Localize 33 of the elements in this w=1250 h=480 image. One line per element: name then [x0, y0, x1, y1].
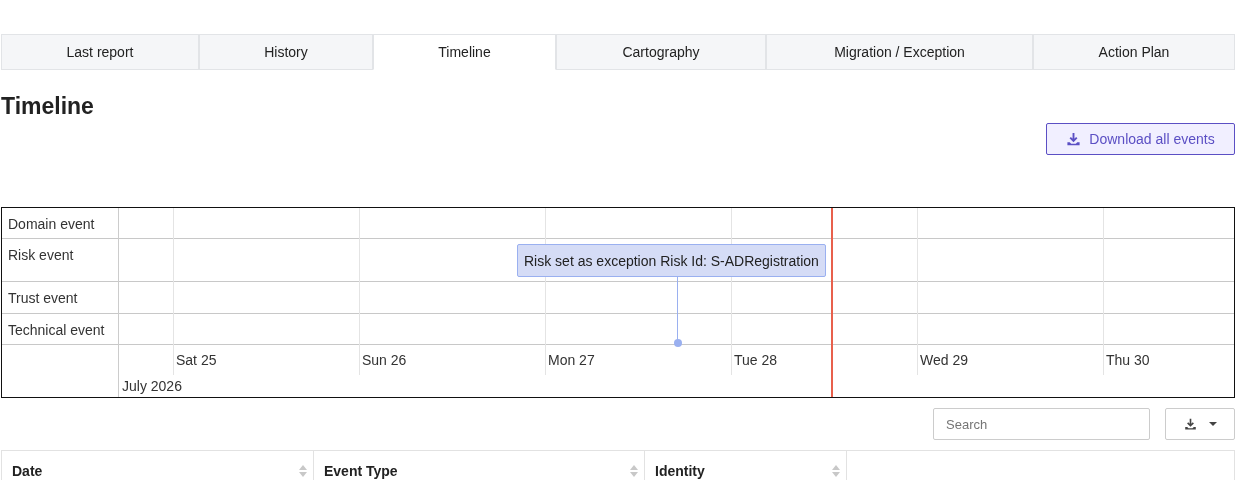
lane-label: Technical event	[2, 314, 118, 345]
day-label: Wed 29	[920, 352, 968, 368]
lane-label: Risk event	[2, 239, 118, 282]
tab[interactable]: History	[199, 34, 373, 70]
day-label: Thu 30	[1106, 352, 1150, 368]
event-dot	[674, 339, 682, 347]
day-label: Tue 28	[734, 352, 778, 368]
month-label: July 2026	[121, 377, 183, 394]
lane-label: Domain event	[2, 208, 118, 239]
event-connector	[677, 277, 678, 341]
tab[interactable]: Timeline	[373, 34, 556, 70]
tab[interactable]: Migration / Exception	[766, 34, 1033, 70]
tab[interactable]: Last report	[1, 34, 199, 70]
download-button[interactable]: Download all events	[1046, 123, 1235, 155]
tab[interactable]: Cartography	[556, 34, 766, 70]
download-icon	[1066, 131, 1082, 147]
search-field[interactable]: Search	[933, 408, 1150, 440]
download-icon	[1183, 417, 1197, 431]
tab[interactable]: Action Plan	[1033, 34, 1235, 70]
column-header[interactable]: Date	[2, 451, 314, 480]
day-label: Sun 26	[362, 352, 407, 368]
day-label: Sat 25	[176, 352, 217, 368]
column-header[interactable]: Event Type	[314, 451, 645, 480]
page-title: Timeline	[1, 92, 95, 120]
event-box[interactable]: Risk set as exception Risk Id: S-ADRegistration	[517, 244, 826, 277]
sort-icon	[299, 465, 307, 477]
caret-icon	[1208, 422, 1217, 426]
column-header[interactable]: Identity	[645, 451, 847, 480]
sort-icon	[832, 465, 840, 477]
lane-label: Trust event	[2, 282, 118, 314]
day-label: Mon 27	[548, 352, 595, 368]
sort-icon	[630, 465, 638, 477]
export-button[interactable]	[1165, 408, 1235, 440]
